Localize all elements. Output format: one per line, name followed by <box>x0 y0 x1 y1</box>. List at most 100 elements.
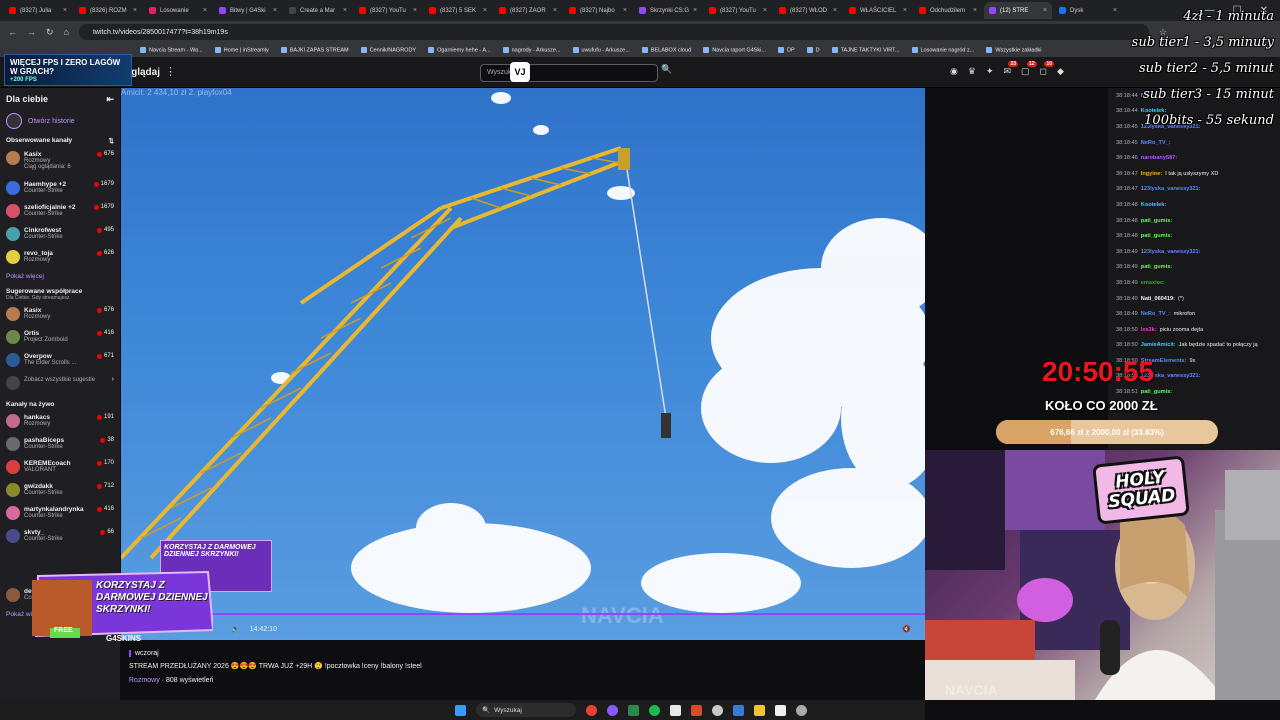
tab-close-icon[interactable]: × <box>273 7 277 14</box>
tab-close-icon[interactable]: × <box>1043 7 1047 14</box>
tab-close-icon[interactable]: × <box>973 7 977 14</box>
browser-tab[interactable]: (8327) 5 SEK × <box>424 2 492 19</box>
chat-username[interactable]: Ingyine: <box>1141 171 1162 177</box>
browser-tab[interactable]: Skrzynki CS:G × <box>634 2 702 19</box>
shield-icon[interactable] <box>691 704 702 716</box>
bookmark-item[interactable]: Cennik/NAGRODY <box>360 46 416 53</box>
video-progress-bar[interactable] <box>121 613 925 615</box>
channel-item[interactable]: Kasix Rozmowy 676 <box>6 307 114 324</box>
bookmark-item[interactable]: BELABOX cloud <box>641 46 691 53</box>
notifications-icon[interactable]: ✉ 33 <box>1003 61 1019 77</box>
tab-close-icon[interactable]: × <box>63 7 67 14</box>
browser-tab[interactable]: (8327) Julia × <box>4 2 72 19</box>
browser-tab[interactable]: Odchudzilem × <box>914 2 982 19</box>
browser-tab[interactable]: (8326) ROZM × <box>74 2 142 19</box>
tab-close-icon[interactable]: × <box>903 7 907 14</box>
browser-tab[interactable]: (8327) YouTu × <box>354 2 422 19</box>
tab-close-icon[interactable]: × <box>413 7 417 14</box>
chat-username[interactable]: pati_gumis: <box>1141 233 1172 239</box>
channel-item[interactable]: gwizdakk Counter-Strike 712 <box>6 483 114 500</box>
channel-item[interactable]: Cinkrofwest Counter-Strike 495 <box>6 227 114 244</box>
mute-icon[interactable]: 🔇 <box>902 625 911 633</box>
steam-icon[interactable] <box>733 704 744 716</box>
url-field[interactable]: twitch.tv/videos/2850017477?t=38h19m19s <box>78 24 1149 40</box>
browser-tab[interactable]: (8327) YouTu × <box>704 2 772 19</box>
whispers-icon[interactable]: ◻ 10 <box>1040 61 1055 77</box>
chat-username[interactable]: JamieAmicit: <box>1141 342 1176 348</box>
browser-tab[interactable]: Losowanie × <box>144 2 212 19</box>
promo-banner[interactable]: KORZYSTAJ Z DARMOWEJ DZIENNEJ SKRZYNKI! … <box>28 570 215 648</box>
extension-vj-icon[interactable]: VJ <box>510 62 530 82</box>
prime-icon[interactable]: ♛ <box>968 66 976 77</box>
bookmark-item[interactable]: Home | inStreamly <box>214 46 269 53</box>
taskbar-search[interactable]: 🔍 Wyszukaj <box>476 703 576 717</box>
chrome-icon[interactable] <box>586 704 597 716</box>
chat-username[interactable]: Nati_060419: <box>1141 296 1175 302</box>
channel-item[interactable]: martynkalandrynka Counter-Strike 416 <box>6 506 114 523</box>
bits-icon[interactable]: ◆ <box>1057 66 1064 77</box>
back-icon[interactable]: ← <box>8 27 17 37</box>
channel-item[interactable]: pashaBiceps Counter-Strike 38 <box>6 437 114 454</box>
bookmark-item[interactable]: nagrody - Arkusze... <box>502 46 561 53</box>
bookmark-item[interactable]: DP <box>777 46 795 53</box>
windows-start-icon[interactable] <box>455 704 466 716</box>
inbox-icon[interactable]: ▢ 12 <box>1021 61 1037 77</box>
tab-close-icon[interactable]: × <box>623 7 627 14</box>
browser-tab[interactable]: (8327) Najbo × <box>564 2 632 19</box>
tab-close-icon[interactable]: × <box>693 7 697 14</box>
browser-tab[interactable]: (8327) ZAOR × <box>494 2 562 19</box>
browser-tab[interactable]: WŁAŚCICIEL × <box>844 2 912 19</box>
channel-item[interactable]: szelioficjalnie +2 Counter-Strike 1679 <box>6 204 114 221</box>
folder-icon[interactable] <box>754 704 765 716</box>
chat-username[interactable]: 123lyska_vanessy321: <box>1141 186 1201 192</box>
chat-username[interactable]: pati_gumis: <box>1141 389 1172 395</box>
reload-icon[interactable]: ↻ <box>46 27 54 38</box>
bookmark-item[interactable]: TAJNE TAKTYKI VIRT... <box>831 46 900 53</box>
bookmark-item[interactable]: Ogarniemy hehe - A... <box>428 46 491 53</box>
chat-username[interactable]: 123lyska_vanessy321: <box>1141 249 1201 255</box>
channel-item[interactable]: Ortis Project Zomboid 416 <box>6 330 114 347</box>
channel-item[interactable]: revo_toja Rozmowy 626 <box>6 250 114 267</box>
collapse-icon[interactable]: ⇤ <box>106 94 114 105</box>
tools-icon[interactable]: ✦ <box>986 66 994 77</box>
bookmark-item[interactable]: D <box>806 46 820 53</box>
sort-icon[interactable]: ⇅ <box>109 137 114 145</box>
tab-close-icon[interactable]: × <box>133 7 137 14</box>
bookmark-item[interactable]: BAJKI ZAPAS STREAM <box>280 46 349 53</box>
bookmark-item[interactable]: Wszystkie zakładki <box>986 46 1041 53</box>
search-input[interactable]: Wyszukaj <box>480 64 658 82</box>
channel-item[interactable]: Haemhype +2 Counter-Strike 1679 <box>6 181 114 198</box>
tab-close-icon[interactable]: × <box>203 7 207 14</box>
search-icon[interactable]: 🔍 <box>660 64 674 82</box>
show-more-followed[interactable]: Pokaż więcej <box>6 273 114 280</box>
chat-username[interactable]: pati_gumis: <box>1141 218 1172 224</box>
browser-tab[interactable]: (12) STRE × <box>984 2 1052 19</box>
chat-username[interactable]: Kootelek: <box>1141 202 1167 208</box>
see-all-suggestions[interactable]: Zobacz wszystkie sugestie › <box>6 376 114 393</box>
bookmark-item[interactable]: Navcia raport G4Ski... <box>703 46 766 53</box>
tab-close-icon[interactable]: × <box>833 7 837 14</box>
chat-username[interactable]: NeRo_TV_: <box>1141 140 1171 146</box>
settings-icon[interactable] <box>712 704 723 716</box>
browser-tab[interactable]: (8327) WŁOD × <box>774 2 842 19</box>
chat-username[interactable]: NeRo_TV_: <box>1141 311 1171 317</box>
spotify-icon[interactable] <box>649 704 660 716</box>
notepad-icon[interactable] <box>775 704 786 716</box>
chat-username[interactable]: emaxioc: <box>1141 280 1165 286</box>
channel-item[interactable]: skvty_ Counter-Strike 66 <box>6 529 114 546</box>
chat-username[interactable]: lxs3k: <box>1141 327 1157 333</box>
browser-tab[interactable]: Create a Mar × <box>284 2 352 19</box>
chat-username[interactable]: narobany587: <box>1141 155 1177 161</box>
volume-icon[interactable]: 🔈 <box>231 625 240 633</box>
tab-close-icon[interactable]: × <box>763 7 767 14</box>
history-link[interactable]: Otwórz historie <box>6 113 114 129</box>
forward-icon[interactable]: → <box>27 27 36 37</box>
tab-close-icon[interactable]: × <box>483 7 487 14</box>
bookmark-item[interactable]: Losowanie nagród z... <box>911 46 974 53</box>
chat-username[interactable]: pati_gumis: <box>1141 264 1172 270</box>
more-menu-icon[interactable]: ⋮ <box>165 65 176 78</box>
xbox-icon[interactable] <box>628 704 639 716</box>
channel-item[interactable]: Overpow The Elder Scrolls ... 671 <box>6 353 114 370</box>
home-icon[interactable]: ⌂ <box>64 27 69 37</box>
browser-tab[interactable]: Bitwy | G4Ski × <box>214 2 282 19</box>
